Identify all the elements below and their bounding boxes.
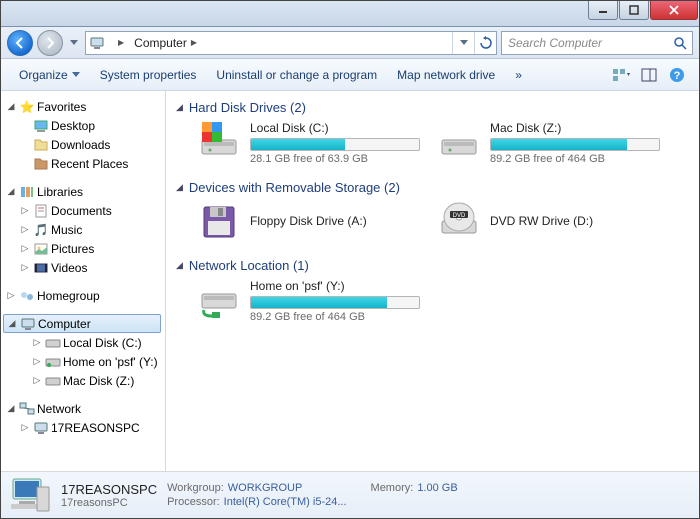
view-options-button[interactable] [609,64,633,86]
content-pane: ◢Hard Disk Drives (2) Local Disk (C:) 28… [166,91,699,471]
pc-icon [33,420,49,436]
details-pane: 17REASONSPC 17reasonsPC Workgroup: WORKGR… [1,471,699,518]
star-icon: ⭐ [19,99,35,115]
drive-local-c[interactable]: Local Disk (C:) 28.1 GB free of 63.9 GB [198,121,438,165]
address-bar[interactable]: ▶ Computer▶ [85,31,497,55]
drive-free-text: 89.2 GB free of 464 GB [490,153,678,165]
command-toolbar: Organize System properties Uninstall or … [1,59,699,91]
search-input[interactable]: Search Computer [501,31,693,55]
details-memory-label: Memory: [371,482,414,494]
address-dropdown[interactable] [452,32,474,54]
nav-history-dropdown[interactable] [67,34,81,52]
details-memory-value: 1.00 GB [417,482,457,494]
computer-icon [20,316,36,332]
navigation-tree: ◢⭐Favorites Desktop Downloads Recent Pla… [1,91,166,471]
tree-home-psf-y[interactable]: ▷Home on 'psf' (Y:) [1,352,165,371]
drive-dvd-d[interactable]: DVD DVD RW Drive (D:) [438,201,678,243]
hard-drive-icon [198,122,240,164]
tree-local-disk-c[interactable]: ▷Local Disk (C:) [1,333,165,352]
svg-text:DVD: DVD [453,213,466,219]
libraries-icon [19,184,35,200]
floppy-icon [198,201,240,243]
network-drive-icon [45,354,61,370]
group-header-hdd[interactable]: ◢Hard Disk Drives (2) [172,97,693,121]
videos-icon [33,260,49,276]
tree-videos[interactable]: ▷Videos [1,258,165,277]
maximize-button[interactable] [619,1,649,20]
music-icon: 🎵 [33,222,49,238]
tree-documents[interactable]: ▷Documents [1,201,165,220]
svg-text:?: ? [674,70,681,82]
group-header-network[interactable]: ◢Network Location (1) [172,255,693,279]
search-placeholder: Search Computer [502,36,668,50]
drive-free-text: 89.2 GB free of 464 GB [250,311,438,323]
drive-label: Floppy Disk Drive (A:) [250,214,438,228]
documents-icon [33,203,49,219]
details-name: 17REASONSPC [61,482,157,497]
details-workgroup-value: WORKGROUP [228,482,303,494]
homegroup-icon [19,288,35,304]
tree-network[interactable]: ◢Network [1,399,165,418]
network-drive-icon [198,280,240,322]
drive-label: Local Disk (C:) [250,121,438,135]
tree-computer[interactable]: ◢Computer [3,314,161,333]
preview-pane-button[interactable] [637,64,661,86]
network-icon [19,401,35,417]
map-network-drive-button[interactable]: Map network drive [387,59,505,90]
details-subname: 17reasonsPC [61,497,157,509]
refresh-button[interactable] [474,32,496,54]
drive-label: DVD RW Drive (D:) [490,214,678,228]
drive-space-bar [250,296,420,309]
drive-floppy-a[interactable]: Floppy Disk Drive (A:) [198,201,438,243]
tree-favorites[interactable]: ◢⭐Favorites [1,97,165,116]
uninstall-program-button[interactable]: Uninstall or change a program [206,59,387,90]
tree-music[interactable]: ▷🎵Music [1,220,165,239]
navigation-bar: ▶ Computer▶ Search Computer [1,27,699,59]
tree-libraries[interactable]: ◢Libraries [1,182,165,201]
back-button[interactable] [7,30,33,56]
hard-drive-icon [438,122,480,164]
drive-icon [45,373,61,389]
group-header-removable[interactable]: ◢Devices with Removable Storage (2) [172,177,693,201]
drive-home-psf-y[interactable]: Home on 'psf' (Y:) 89.2 GB free of 464 G… [198,279,438,323]
computer-icon [86,35,108,51]
pictures-icon [33,241,49,257]
drive-label: Mac Disk (Z:) [490,121,678,135]
organize-menu[interactable]: Organize [9,59,90,90]
drive-icon [45,335,61,351]
tree-recent-places[interactable]: Recent Places [1,154,165,173]
tree-mac-disk-z[interactable]: ▷Mac Disk (Z:) [1,371,165,390]
forward-button[interactable] [37,30,63,56]
drive-mac-z[interactable]: Mac Disk (Z:) 89.2 GB free of 464 GB [438,121,678,165]
tree-homegroup[interactable]: ▷Homegroup [1,286,165,305]
dvd-drive-icon: DVD [438,201,480,243]
tree-downloads[interactable]: Downloads [1,135,165,154]
window-titlebar [1,1,699,27]
details-processor-value: Intel(R) Core(TM) i5-24... [224,496,347,508]
drive-free-text: 28.1 GB free of 63.9 GB [250,153,438,165]
drive-space-bar [250,138,420,151]
system-properties-button[interactable]: System properties [90,59,207,90]
details-processor-label: Processor: [167,496,220,508]
tree-pictures[interactable]: ▷Pictures [1,239,165,258]
search-icon [668,36,692,50]
downloads-icon [33,137,49,153]
toolbar-overflow[interactable]: » [505,59,532,90]
breadcrumb-computer[interactable]: Computer▶ [128,32,201,54]
drive-label: Home on 'psf' (Y:) [250,279,438,293]
computer-large-icon [9,475,51,515]
desktop-icon [33,118,49,134]
minimize-button[interactable] [588,1,618,20]
breadcrumb-root[interactable]: ▶ [108,32,128,54]
help-button[interactable]: ? [665,64,689,86]
close-button[interactable] [650,1,698,20]
recent-icon [33,156,49,172]
tree-desktop[interactable]: Desktop [1,116,165,135]
details-workgroup-label: Workgroup: [167,482,224,494]
drive-space-bar [490,138,660,151]
tree-network-pc[interactable]: ▷17REASONSPC [1,418,165,437]
